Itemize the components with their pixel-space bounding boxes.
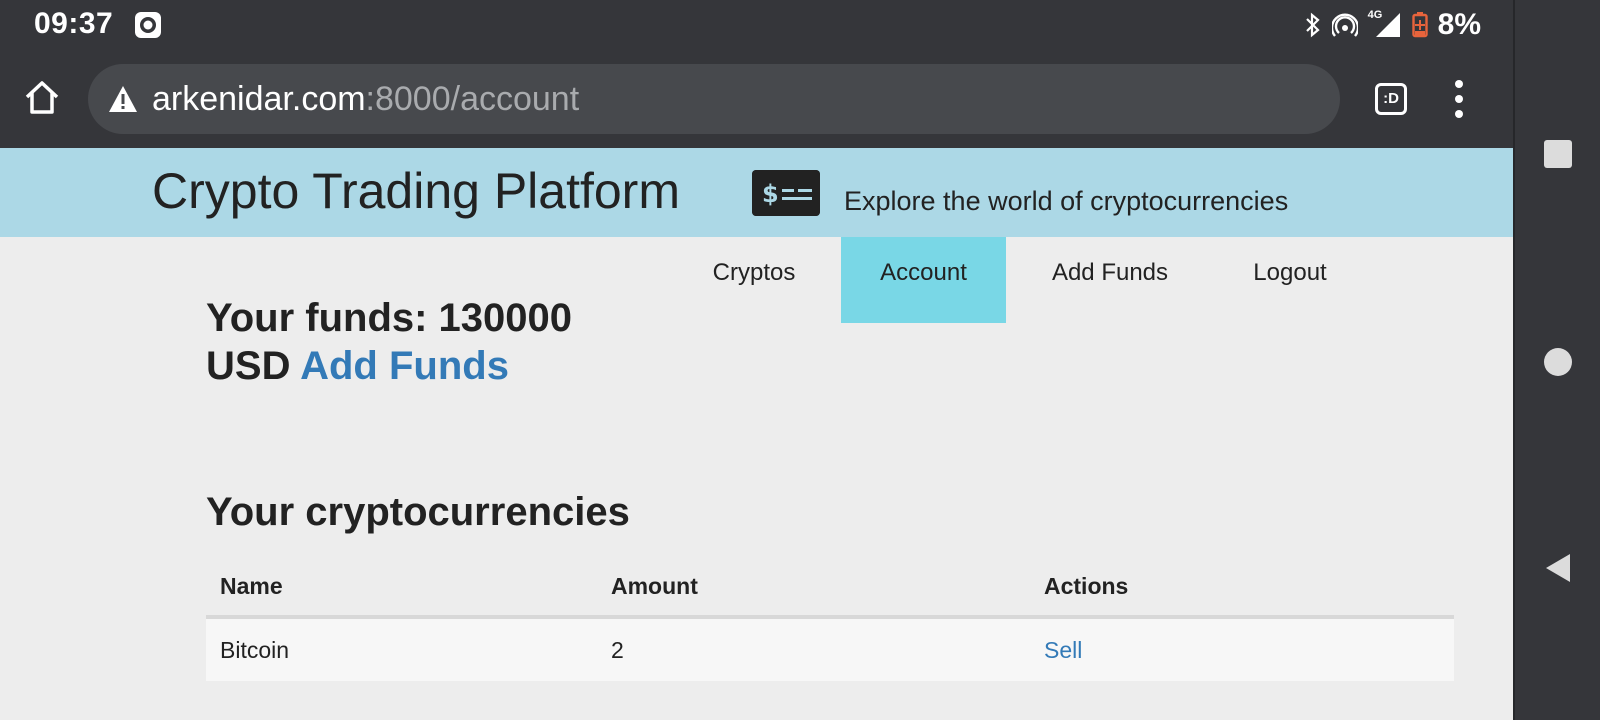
column-header-amount: Amount	[597, 557, 1030, 619]
back-icon[interactable]	[1544, 552, 1572, 584]
home-circle-icon[interactable]	[1544, 348, 1572, 376]
network-type-label: 4G	[1367, 9, 1383, 21]
status-time: 09:37	[34, 7, 114, 40]
status-icons: 4G 8%	[1304, 8, 1481, 42]
cryptocurrencies-heading: Your cryptocurrencies	[206, 490, 630, 534]
nav-item-logout[interactable]: Logout	[1240, 237, 1340, 323]
address-bar[interactable]: arkenidar.com:8000/account	[88, 64, 1340, 134]
column-header-actions: Actions	[1030, 557, 1454, 619]
crypto-amount-cell: 2	[597, 617, 1030, 681]
url-text[interactable]: arkenidar.com:8000/account	[152, 80, 579, 119]
nav-item-account[interactable]: Account	[841, 237, 1006, 323]
nav-item-cryptos[interactable]: Cryptos	[702, 237, 806, 323]
status-bar: 09:37 4G 8%	[0, 0, 1513, 50]
screen-record-icon	[135, 12, 161, 38]
battery-percent: 8%	[1437, 8, 1481, 41]
add-funds-link[interactable]: Add Funds	[300, 344, 509, 388]
crypto-action-cell: Sell	[1030, 617, 1454, 681]
table-row: Bitcoin 2 Sell	[206, 617, 1454, 681]
phone-screen: 09:37 4G 8% arkenidar.com:8000/account:…	[0, 0, 1513, 720]
site-tagline: Explore the world of cryptocurrencies	[844, 186, 1289, 216]
nav-item-add-funds[interactable]: Add Funds	[1040, 237, 1180, 323]
sell-link[interactable]: Sell	[1044, 637, 1082, 663]
recents-icon[interactable]	[1544, 140, 1572, 168]
site-header: Crypto Trading Platform $ Explore the wo…	[0, 148, 1513, 237]
url-host: arkenidar.com	[152, 80, 366, 118]
system-nav-bar	[1513, 0, 1600, 720]
funds-summary: Your funds: 130000 USD Add Funds	[206, 294, 646, 390]
web-page: Crypto Trading Platform $ Explore the wo…	[0, 148, 1513, 720]
signal-icon: 4G	[1367, 9, 1402, 39]
cash-icon: $	[752, 170, 820, 216]
browser-toolbar: arkenidar.com:8000/account :D	[0, 50, 1513, 148]
hotspot-icon	[1331, 13, 1358, 37]
warning-icon[interactable]	[108, 85, 138, 113]
table-header-row: Name Amount Actions	[206, 557, 1454, 619]
crypto-holdings-table: Name Amount Actions Bitcoin 2 Sell	[206, 557, 1454, 681]
site-title: Crypto Trading Platform	[152, 163, 680, 219]
battery-icon	[1411, 12, 1428, 38]
tabs-icon[interactable]: :D	[1375, 83, 1407, 115]
column-header-name: Name	[206, 557, 597, 619]
crypto-name-cell: Bitcoin	[206, 617, 597, 681]
menu-icon[interactable]	[1453, 80, 1465, 118]
bluetooth-icon	[1305, 12, 1320, 38]
url-path: :8000/account	[365, 80, 580, 118]
home-icon[interactable]	[22, 78, 62, 118]
svg-text:$: $	[762, 180, 779, 208]
